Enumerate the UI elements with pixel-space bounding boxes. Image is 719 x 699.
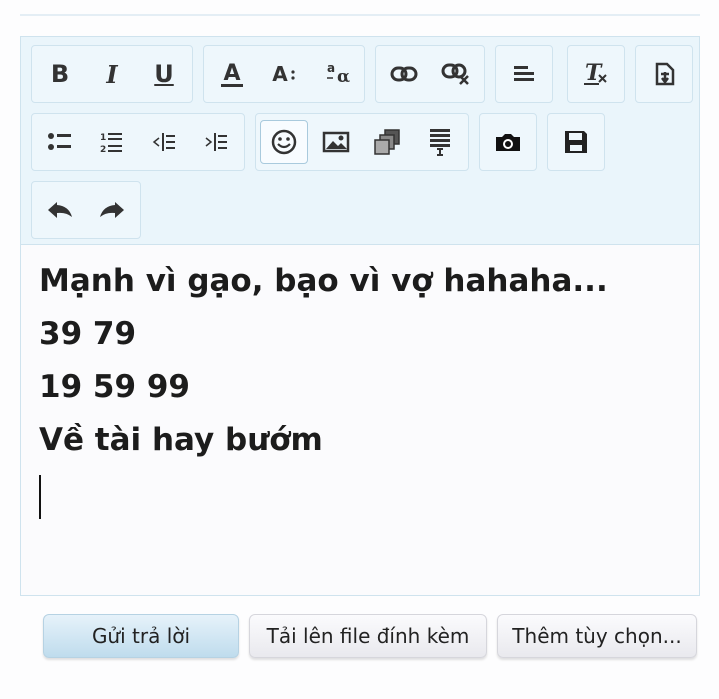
font-color-button[interactable]: A [206,50,258,98]
insert-group [255,113,469,171]
form-actions: Gửi trả lời Tải lên file đính kèm Thêm t… [0,614,719,662]
font-size-button[interactable]: A [258,50,310,98]
editor-toolbar: B I U A A aα T 1 2 [21,37,699,245]
underline-icon: U [154,60,174,88]
svg-text:1: 1 [100,133,106,143]
paste-text-button[interactable] [638,50,690,98]
insert-quote-button[interactable] [414,118,466,166]
bold-button[interactable]: B [34,50,86,98]
underline-button[interactable]: U [138,50,190,98]
numbered-list-icon: 12 [100,133,122,154]
font-family-button[interactable]: aα [310,50,362,98]
editor-line: Mạnh vì gạo, bạo vì vợ hahaha... [39,263,608,299]
outdent-icon [152,133,175,151]
svg-text:a: a [327,61,335,75]
more-options-button[interactable]: Thêm tùy chọn... [497,614,697,658]
editor-line: 39 79 [39,316,137,352]
remove-format-button[interactable]: T [570,50,622,98]
paste-group [635,45,693,103]
undo-button[interactable] [34,186,86,234]
paste-icon [655,62,675,86]
svg-text:2: 2 [100,145,106,154]
editor-line: 19 59 99 [39,369,191,405]
unlink-button[interactable] [430,50,482,98]
image-icon [322,131,350,153]
list-group: 12 [31,113,245,171]
text-caret [39,475,41,519]
font-family-icon: aα [327,61,350,87]
history-group [31,181,141,239]
font-group: A A aα [203,45,365,103]
italic-icon: I [106,59,118,89]
svg-text:T: T [585,61,603,86]
camera-button[interactable] [482,118,534,166]
smilie-button[interactable] [260,120,308,164]
indent-icon [205,133,227,151]
quote-icon [430,129,450,156]
align-left-icon [514,66,534,81]
font-size-icon: A [272,62,295,86]
save-icon [565,131,587,153]
bullet-list-icon [48,133,71,150]
smiley-icon [271,129,297,155]
insert-link-button[interactable] [378,50,430,98]
insert-media-button[interactable] [362,118,414,166]
save-group [547,113,605,171]
redo-button[interactable] [86,186,138,234]
text-style-group: B I U [31,45,193,103]
insert-image-button[interactable] [310,118,362,166]
camera-icon [496,134,520,151]
italic-button[interactable]: I [86,50,138,98]
svg-text:A: A [272,62,288,86]
editor-content[interactable]: Mạnh vì gạo, bạo vì vợ hahaha... 39 79 1… [21,245,699,595]
link-group [375,45,485,103]
outdent-button[interactable] [138,118,190,166]
upload-attachment-button[interactable]: Tải lên file đính kèm [249,614,487,658]
save-draft-button[interactable] [550,118,602,166]
undo-icon [48,202,72,218]
svg-text:A: A [223,61,240,86]
clear-format-group: T [567,45,625,103]
media-icon [374,129,400,155]
remove-format-icon: T [584,61,607,86]
align-group [495,45,553,103]
unlink-icon [441,63,469,85]
bullet-list-button[interactable] [34,118,86,166]
numbered-list-button[interactable]: 12 [86,118,138,166]
screenshot-group [479,113,537,171]
font-color-icon: A [221,61,243,87]
svg-text:α: α [337,67,350,87]
redo-icon [100,202,124,218]
link-icon [390,66,418,82]
align-button[interactable] [498,50,550,98]
top-divider [20,14,700,16]
indent-button[interactable] [190,118,242,166]
editor-line: Về tài hay bướm [39,422,323,458]
rich-text-editor: B I U A A aα T 1 2 Mạnh vì gạo, bạo vì v… [20,36,700,596]
bold-icon: B [50,60,70,88]
submit-reply-button[interactable]: Gửi trả lời [43,614,239,658]
